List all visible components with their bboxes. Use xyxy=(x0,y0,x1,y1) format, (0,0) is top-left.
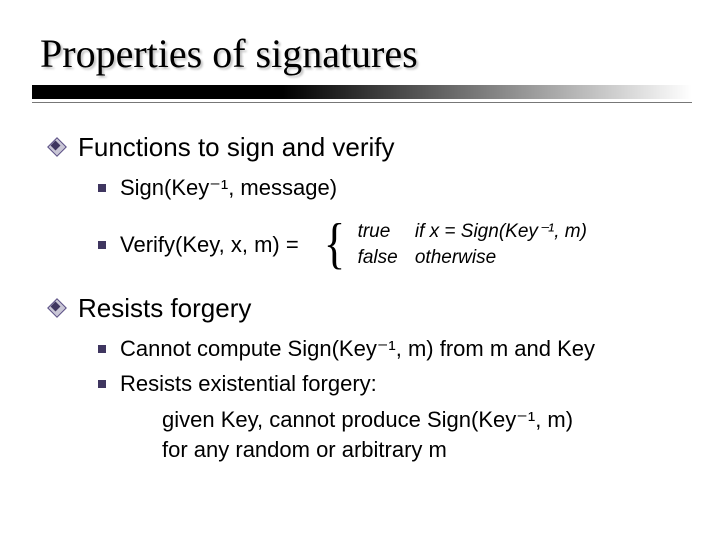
case-true-cond: if x = Sign(Key⁻¹, m) xyxy=(415,221,587,242)
case-true-label: true xyxy=(358,219,410,245)
square-icon xyxy=(98,241,106,249)
resists-heading: Resists forgery xyxy=(78,292,251,325)
case-false-cond: otherwise xyxy=(415,247,496,268)
slide: Properties of signatures Functions to si… xyxy=(0,0,720,540)
functions-heading: Functions to sign and verify xyxy=(78,131,395,164)
underline-light xyxy=(32,102,692,103)
bullet-functions: Functions to sign and verify xyxy=(50,131,690,164)
bullet-sign: Sign(Key⁻¹, message) xyxy=(98,174,690,202)
square-icon xyxy=(98,380,106,388)
bullet-existential: Resists existential forgery: xyxy=(98,370,690,398)
bullet-verify: Verify(Key, x, m) = { true if x = Sign(K… xyxy=(98,219,690,270)
diamond-icon xyxy=(50,140,64,154)
verify-cases: true if x = Sign(Key⁻¹, m) false otherwi… xyxy=(358,219,587,270)
bullet-resists: Resists forgery xyxy=(50,292,690,325)
existential-line1: given Key, cannot produce Sign(Key⁻¹, m) xyxy=(162,406,690,435)
existential-line2: for any random or arbitrary m xyxy=(162,436,690,465)
diamond-icon xyxy=(50,301,64,315)
case-false: false otherwise xyxy=(358,245,587,271)
verify-lhs: Verify(Key, x, m) = xyxy=(120,232,299,258)
slide-title: Properties of signatures xyxy=(40,30,690,77)
existential-heading: Resists existential forgery: xyxy=(120,370,377,398)
sign-text: Sign(Key⁻¹, message) xyxy=(120,174,337,202)
title-underline xyxy=(32,85,692,103)
cannot-compute-text: Cannot compute Sign(Key⁻¹, m) from m and… xyxy=(120,335,595,363)
underline-dark xyxy=(32,85,692,99)
bullet-cannot-compute: Cannot compute Sign(Key⁻¹, m) from m and… xyxy=(98,335,690,363)
verify-left: Verify(Key, x, m) = xyxy=(98,232,299,258)
brace-icon: { xyxy=(323,219,345,269)
case-false-label: false xyxy=(358,245,410,271)
square-icon xyxy=(98,184,106,192)
square-icon xyxy=(98,345,106,353)
case-true: true if x = Sign(Key⁻¹, m) xyxy=(358,219,587,245)
